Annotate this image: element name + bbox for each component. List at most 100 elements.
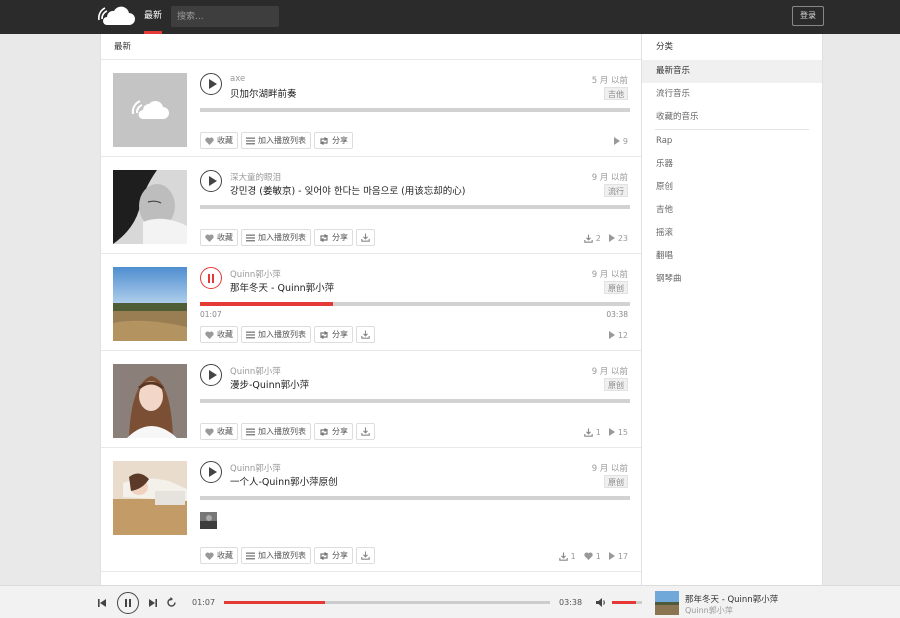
previous-track-icon[interactable] [97,598,107,608]
add-to-playlist-button[interactable]: 加入播放列表 [241,132,311,149]
player-progress-bar[interactable] [224,601,550,604]
volume-slider[interactable] [612,601,642,604]
like-label: 收藏 [217,551,233,560]
track-genre-tag[interactable]: 原创 [604,281,628,294]
playlist-label: 加入播放列表 [258,136,306,145]
download-button[interactable] [356,326,375,343]
search-input[interactable] [171,6,279,27]
like-button[interactable]: 收藏 [200,547,238,564]
track-card: 深大童的眼泪 강민경 (姜敏京) - 잊어야 한다는 마음으로 (用该忘却的心) 9… [101,157,641,254]
repeat-icon[interactable] [166,597,177,608]
player-elapsed-time: 01:07 [192,598,216,607]
download-button[interactable] [356,229,375,246]
track-genre-tag[interactable]: 流行 [604,184,628,197]
track-actions: 收藏 加入播放列表 分享 [200,547,375,565]
play-button[interactable] [200,170,222,192]
like-count-value: 1 [595,551,601,561]
add-to-playlist-button[interactable]: 加入播放列表 [241,326,311,343]
track-genre-tag[interactable]: 原创 [604,378,628,391]
track-waveform[interactable] [200,496,630,500]
now-playing-title: 那年冬天 - Quinn郭小萍 [685,595,779,605]
volume-icon[interactable] [595,597,607,608]
track-artist[interactable]: Quinn郭小萍 [230,365,281,377]
share-button[interactable]: 分享 [314,229,353,246]
track-title[interactable]: 一个人-Quinn郭小萍原创 [230,474,338,488]
category-instrumental[interactable]: 乐器 [642,153,822,176]
track-waveform[interactable] [200,205,630,209]
track-title[interactable]: 漫步-Quinn郭小萍 [230,377,309,391]
sidebar-item-latest[interactable]: 最新音乐 [642,60,822,83]
heart-icon [584,552,593,560]
category-cover[interactable]: 翻唱 [642,245,822,268]
comment-avatar[interactable] [200,512,217,529]
play-count: 23 [608,234,628,243]
download-count: 1 [558,551,576,561]
track-cover-image[interactable] [113,364,187,438]
play-button[interactable] [200,73,222,95]
track-title[interactable]: 那年冬天 - Quinn郭小萍 [230,280,334,294]
like-button[interactable]: 收藏 [200,423,238,440]
play-button[interactable] [200,364,222,386]
download-icon [361,233,370,242]
cloud-logo-icon[interactable] [98,5,136,29]
track-cover-image[interactable] [113,73,187,147]
track-artist[interactable]: Quinn郭小萍 [230,268,281,280]
track-genre-tag[interactable]: 吉他 [604,87,628,100]
track-title[interactable]: 강민경 (姜敏京) - 잊어야 한다는 마음으로 (用该忘却的心) [230,183,466,197]
track-stats: 2 23 [583,231,628,245]
track-cover-image[interactable] [113,267,187,341]
track-waveform[interactable] [200,108,630,112]
bottom-player: 01:07 03:38 那年冬天 - Quinn郭小萍 Quinn郭小萍 [0,585,900,618]
sidebar-item-favorites[interactable]: 收藏的音乐 [642,106,822,129]
share-button[interactable]: 分享 [314,547,353,564]
download-button[interactable] [356,423,375,440]
now-playing-artist: Quinn郭小萍 [685,606,733,615]
track-stats: 9 [613,134,628,148]
heart-icon [205,427,214,436]
play-count-icon [608,234,615,242]
share-button[interactable]: 分享 [314,132,353,149]
category-piano[interactable]: 钢琴曲 [642,268,822,291]
track-card: Quinn郭小萍 一个人-Quinn郭小萍原创 9 月 以前 原创 收藏 加入播放列表 分享… [101,448,641,572]
track-artist[interactable]: 深大童的眼泪 [230,171,281,183]
category-rock[interactable]: 摇滚 [642,222,822,245]
play-count-icon [608,428,615,436]
track-cover-image[interactable] [113,461,187,535]
track-title[interactable]: 贝加尔湖畔前奏 [230,86,297,100]
add-to-playlist-button[interactable]: 加入播放列表 [241,547,311,564]
nav-tab-latest[interactable]: 最新 [144,0,163,34]
download-button[interactable] [356,547,375,564]
like-button[interactable]: 收藏 [200,326,238,343]
track-cover-image[interactable] [113,170,187,244]
add-to-playlist-button[interactable]: 加入播放列表 [241,229,311,246]
download-count-value: 1 [570,551,576,561]
pause-button[interactable] [117,592,139,614]
track-genre-tag[interactable]: 原创 [604,475,628,488]
category-rap[interactable]: Rap [642,130,822,153]
track-artist[interactable]: axe [230,74,245,84]
download-icon [583,234,593,243]
track-waveform[interactable] [200,302,630,306]
login-button[interactable]: 登录 [792,6,824,26]
play-icon [209,176,217,186]
sidebar-item-popular[interactable]: 流行音乐 [642,83,822,106]
share-button[interactable]: 分享 [314,423,353,440]
play-count: 15 [608,427,628,437]
track-elapsed-time: 01:07 [200,310,222,319]
add-to-playlist-button[interactable]: 加入播放列表 [241,423,311,440]
track-artist[interactable]: Quinn郭小萍 [230,462,281,474]
share-button[interactable]: 分享 [314,326,353,343]
player-duration: 03:38 [559,598,583,607]
share-label: 分享 [332,233,348,242]
play-button[interactable] [200,461,222,483]
category-guitar[interactable]: 吉他 [642,199,822,222]
top-navbar: 最新 登录 [0,0,900,34]
play-count-value: 15 [617,427,628,437]
like-button[interactable]: 收藏 [200,229,238,246]
track-waveform[interactable] [200,399,630,403]
category-original[interactable]: 原创 [642,176,822,199]
download-icon [583,428,593,437]
like-button[interactable]: 收藏 [200,132,238,149]
next-track-icon[interactable] [148,598,158,608]
pause-button[interactable] [200,267,222,289]
